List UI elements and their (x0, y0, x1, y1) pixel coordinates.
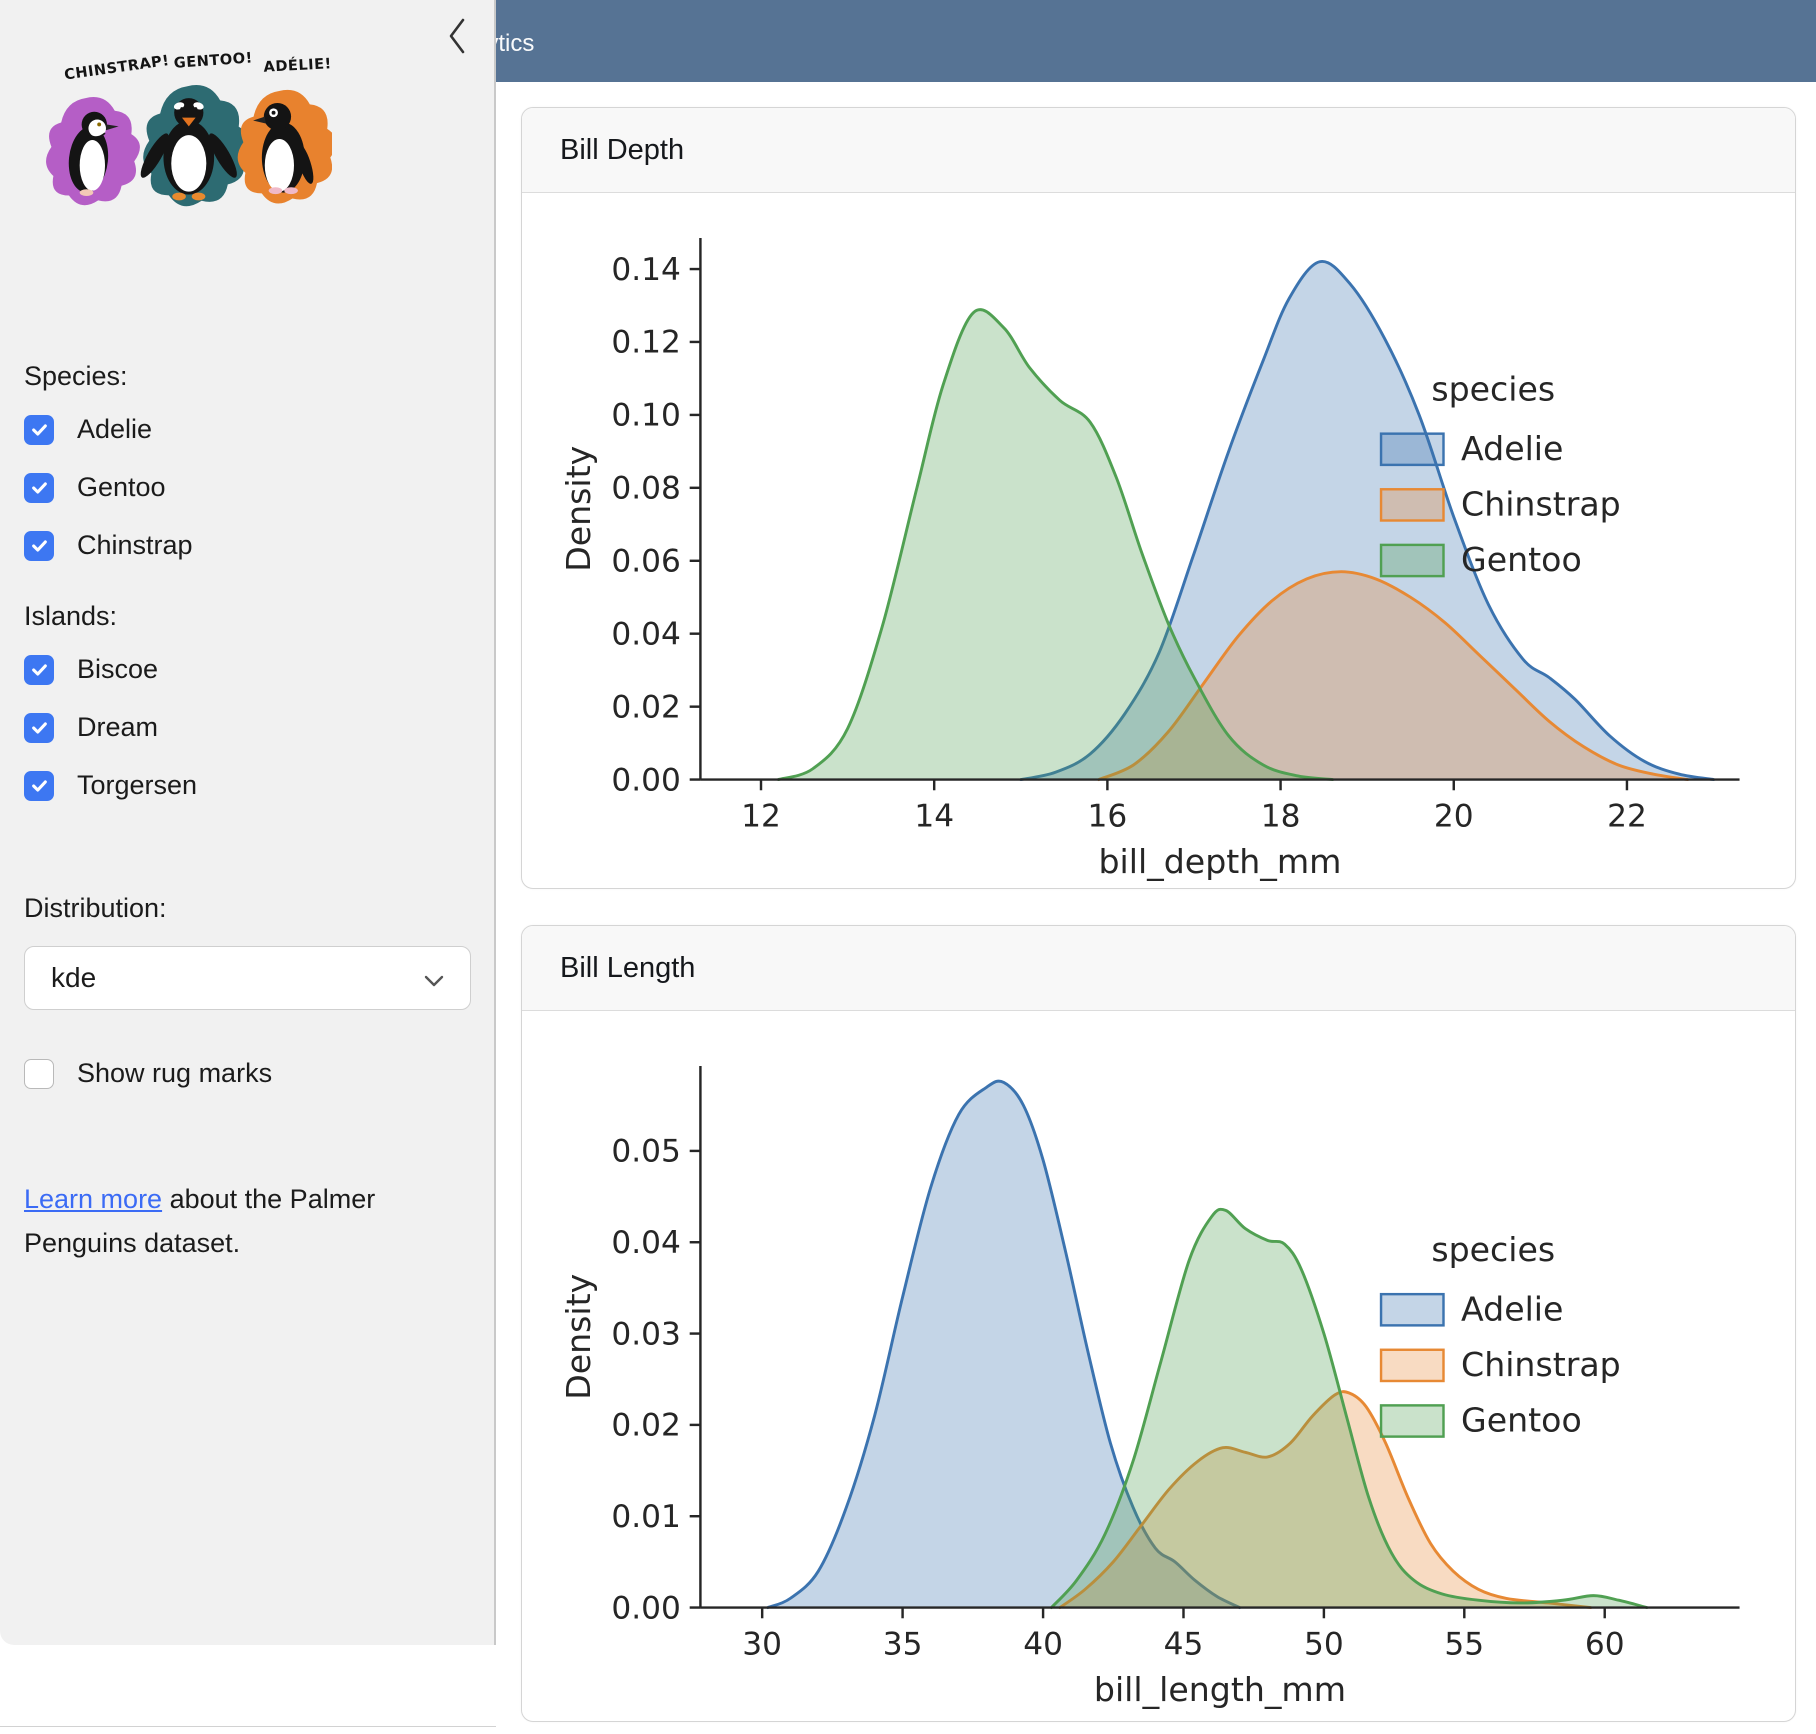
rug-marks-label: Show rug marks (77, 1058, 272, 1089)
bill-length-card-title: Bill Length (560, 952, 695, 985)
svg-text:0.04: 0.04 (611, 616, 681, 652)
chinstrap-artwork-label: CHINSTRAP! (63, 52, 170, 84)
species-checkbox-row-gentoo[interactable]: Gentoo (24, 472, 470, 503)
app-root: Palmer Penguins Cobblepot Analytics (0, 0, 1816, 1734)
main-content: Bill Depth 12 14 16 18 20 22 0.00 0.02 0.04 0.06 0… (496, 82, 1816, 1734)
svg-text:60: 60 (1584, 1626, 1624, 1662)
svg-text:0.12: 0.12 (611, 325, 681, 361)
bill-length-card-body: 30 35 40 45 50 55 60 0.00 0.01 0.02 0.03 0.04 0.05 bi… (522, 1011, 1795, 1710)
bill-length-card-header: Bill Length (522, 926, 1795, 1011)
species-section-label: Species: (24, 361, 470, 392)
svg-text:Chinstrap: Chinstrap (1461, 485, 1621, 524)
svg-text:bill_length_mm: bill_length_mm (1093, 1670, 1345, 1709)
islands-section-label: Islands: (24, 601, 470, 632)
adelie-artwork-label: ADÉLIE! (263, 55, 332, 76)
checkbox-torgersen[interactable] (24, 771, 54, 801)
svg-text:Density: Density (559, 446, 598, 572)
svg-text:0.00: 0.00 (611, 1590, 681, 1626)
learn-more-link[interactable]: Learn more (24, 1184, 162, 1214)
svg-text:0.10: 0.10 (611, 398, 681, 434)
svg-text:0.05: 0.05 (611, 1134, 681, 1170)
svg-text:Gentoo: Gentoo (1461, 540, 1582, 579)
checkbox-label-dream: Dream (77, 712, 158, 743)
species-checkbox-row-adelie[interactable]: Adelie (24, 414, 470, 445)
svg-text:Chinstrap: Chinstrap (1461, 1345, 1621, 1384)
checkbox-biscoe[interactable] (24, 655, 54, 685)
checkbox-chinstrap[interactable] (24, 531, 54, 561)
gentoo-artwork-label: GENTOO! (173, 49, 253, 71)
bill-depth-card: Bill Depth 12 14 16 18 20 22 0.00 0.02 0.04 0.06 0… (521, 107, 1796, 889)
svg-text:0.02: 0.02 (611, 1408, 681, 1444)
rug-marks-checkbox-row[interactable]: Show rug marks (24, 1058, 470, 1089)
svg-text:0.08: 0.08 (611, 471, 681, 507)
checkbox-show-rug-marks[interactable] (24, 1059, 54, 1089)
svg-text:species: species (1431, 1230, 1555, 1269)
checkbox-gentoo[interactable] (24, 473, 54, 503)
checkbox-label-biscoe: Biscoe (77, 654, 158, 685)
sidebar-collapse-button[interactable] (442, 18, 472, 58)
svg-text:0.00: 0.00 (611, 762, 681, 798)
svg-text:14: 14 (914, 798, 954, 834)
bill-depth-card-body: 12 14 16 18 20 22 0.00 0.02 0.04 0.06 0.08 0.10 0.12… (522, 193, 1795, 882)
species-checkbox-row-chinstrap[interactable]: Chinstrap (24, 530, 470, 561)
distribution-selected-value: kde (51, 962, 96, 994)
sidebar: CHINSTRAP! GENTOO! (0, 0, 496, 1645)
svg-text:species: species (1431, 369, 1555, 408)
island-checkbox-row-dream[interactable]: Dream (24, 712, 470, 743)
svg-text:0.01: 0.01 (611, 1499, 681, 1535)
distribution-section-label: Distribution: (24, 893, 470, 924)
svg-text:0.02: 0.02 (611, 689, 681, 725)
chevron-down-icon (424, 963, 444, 994)
checkbox-label-gentoo: Gentoo (77, 472, 166, 503)
svg-text:20: 20 (1433, 798, 1473, 834)
svg-text:35: 35 (882, 1626, 922, 1662)
svg-text:16: 16 (1087, 798, 1127, 834)
svg-text:bill_depth_mm: bill_depth_mm (1098, 842, 1341, 881)
bill-length-chart: 30 35 40 45 50 55 60 0.00 0.01 0.02 0.03 0.04 0.05 bi… (539, 1027, 1779, 1710)
bill-depth-card-header: Bill Depth (522, 108, 1795, 193)
svg-text:Gentoo: Gentoo (1461, 1401, 1582, 1440)
svg-text:Adelie: Adelie (1461, 1289, 1563, 1328)
svg-text:0.06: 0.06 (611, 544, 681, 580)
island-checkbox-row-torgersen[interactable]: Torgersen (24, 770, 470, 801)
checkbox-adelie[interactable] (24, 415, 54, 445)
bill-depth-chart: 12 14 16 18 20 22 0.00 0.02 0.04 0.06 0.08 0.10 0.12… (539, 199, 1779, 882)
checkbox-label-chinstrap: Chinstrap (77, 530, 193, 561)
svg-text:40: 40 (1023, 1626, 1063, 1662)
checkbox-dream[interactable] (24, 713, 54, 743)
penguins-artwork-image: CHINSTRAP! GENTOO! (30, 42, 470, 243)
svg-text:0.14: 0.14 (611, 252, 681, 288)
svg-text:0.03: 0.03 (611, 1316, 681, 1352)
svg-text:Adelie: Adelie (1461, 429, 1563, 468)
svg-text:Density: Density (559, 1274, 598, 1400)
checkbox-label-adelie: Adelie (77, 414, 152, 445)
svg-text:18: 18 (1260, 798, 1300, 834)
checkbox-label-torgersen: Torgersen (77, 770, 197, 801)
svg-text:50: 50 (1304, 1626, 1344, 1662)
svg-text:0.04: 0.04 (611, 1225, 681, 1261)
chevron-left-icon (449, 18, 465, 59)
svg-text:30: 30 (742, 1626, 782, 1662)
bill-length-card: Bill Length 30 35 40 45 50 55 60 0.00 0.01 0.02 0.… (521, 925, 1796, 1722)
svg-text:45: 45 (1163, 1626, 1203, 1662)
distribution-select[interactable]: kde (24, 946, 471, 1010)
svg-text:55: 55 (1444, 1626, 1484, 1662)
svg-text:22: 22 (1607, 798, 1647, 834)
svg-text:12: 12 (741, 798, 781, 834)
island-checkbox-row-biscoe[interactable]: Biscoe (24, 654, 470, 685)
learn-more-text: Learn more about the Palmer Penguins dat… (24, 1177, 444, 1265)
bill-depth-card-title: Bill Depth (560, 134, 684, 167)
